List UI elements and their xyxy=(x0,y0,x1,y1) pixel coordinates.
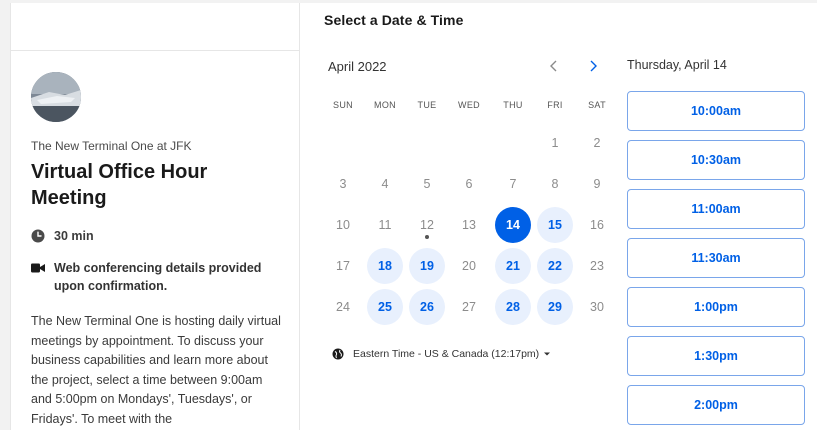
date-time-picker: Select a Date & Time April 2022 Eastern … xyxy=(300,3,817,430)
calendar-day-available[interactable]: 26 xyxy=(409,289,445,325)
timezone-label: Eastern Time - US & Canada (12:17pm) xyxy=(353,348,540,360)
calendar-day-unavailable: 9 xyxy=(593,177,601,191)
conferencing-label: Web conferencing details provided upon c… xyxy=(54,261,262,293)
organization-name: The New Terminal One at JFK xyxy=(31,139,192,153)
time-slot-button[interactable]: 10:30am xyxy=(627,140,805,180)
event-duration: 30 min xyxy=(31,229,94,243)
calendar-day-unavailable: 13 xyxy=(462,218,476,232)
event-description: The New Terminal One is hosting daily vi… xyxy=(31,314,281,426)
calendar-day-available[interactable]: 29 xyxy=(537,289,573,325)
calendar-day-unavailable: 1 xyxy=(551,136,559,150)
time-slot-button[interactable]: 1:00pm xyxy=(627,287,805,327)
chevron-right-icon xyxy=(590,60,597,72)
time-slot-button[interactable]: 11:30am xyxy=(627,238,805,278)
calendar-day-available[interactable]: 19 xyxy=(409,248,445,284)
calendar-day-unavailable: 7 xyxy=(509,177,517,191)
calendar-day-unavailable: 2 xyxy=(593,136,601,150)
time-slot-button[interactable]: 1:30pm xyxy=(627,336,805,376)
calendar-day-available[interactable]: 18 xyxy=(367,248,403,284)
calendar-day-available[interactable]: 22 xyxy=(537,248,573,284)
scheduling-card: The New Terminal One at JFK Virtual Offi… xyxy=(10,3,817,430)
month-label: April 2022 xyxy=(328,59,387,74)
time-slot-button[interactable]: 2:00pm xyxy=(627,385,805,425)
caret-down-icon xyxy=(544,352,551,356)
weekday-header: FRI xyxy=(547,100,563,110)
picker-heading: Select a Date & Time xyxy=(324,12,464,28)
previous-month-button[interactable] xyxy=(543,55,565,77)
calendar-day-available[interactable]: 15 xyxy=(537,207,573,243)
calendar-day-unavailable: 20 xyxy=(462,259,476,273)
calendar-day-selected[interactable]: 14 xyxy=(495,207,531,243)
globe-icon xyxy=(332,348,344,360)
today-indicator-dot xyxy=(425,235,429,239)
organizer-avatar xyxy=(31,72,81,122)
calendar-day-unavailable: 27 xyxy=(462,300,476,314)
event-details-panel: The New Terminal One at JFK Virtual Offi… xyxy=(11,3,300,430)
duration-label: 30 min xyxy=(54,229,94,243)
calendar-day-unavailable: 30 xyxy=(590,300,604,314)
calendar-day-available[interactable]: 25 xyxy=(367,289,403,325)
weekday-header: WED xyxy=(458,100,480,110)
calendar-day-unavailable: 11 xyxy=(378,218,392,232)
calendar-day-unavailable: 10 xyxy=(336,218,350,232)
event-conferencing: Web conferencing details provided upon c… xyxy=(31,259,271,295)
calendar-day-unavailable: 24 xyxy=(336,300,350,314)
event-title: Virtual Office Hour Meeting xyxy=(31,161,208,209)
calendar-day-unavailable: 6 xyxy=(465,177,473,191)
calendar-day-available[interactable]: 28 xyxy=(495,289,531,325)
calendar-day-unavailable: 5 xyxy=(423,177,431,191)
video-camera-icon xyxy=(31,263,45,273)
calendar-day-available[interactable]: 21 xyxy=(495,248,531,284)
calendar-day-unavailable: 8 xyxy=(551,177,559,191)
calendar-day-unavailable: 16 xyxy=(590,218,604,232)
weekday-header: SAT xyxy=(588,100,606,110)
calendar-day-unavailable: 3 xyxy=(339,177,347,191)
calendar-day-today: 12 xyxy=(409,207,445,243)
next-month-button[interactable] xyxy=(582,55,604,77)
weekday-header: TUE xyxy=(417,100,437,110)
calendar-day-unavailable: 17 xyxy=(336,259,350,273)
clock-icon xyxy=(31,229,45,243)
weekday-header: THU xyxy=(503,100,523,110)
time-slot-button[interactable]: 10:00am xyxy=(627,91,805,131)
chevron-left-icon xyxy=(550,60,557,72)
event-details-header xyxy=(11,3,299,51)
calendar-day-unavailable: 23 xyxy=(590,259,604,273)
timezone-selector[interactable]: Eastern Time - US & Canada (12:17pm) xyxy=(332,348,551,360)
weekday-header: MON xyxy=(374,100,396,110)
calendar-day-unavailable: 4 xyxy=(381,177,389,191)
weekday-header: SUN xyxy=(333,100,353,110)
time-slot-button[interactable]: 11:00am xyxy=(627,189,805,229)
selected-date-label: Thursday, April 14 xyxy=(627,58,727,72)
